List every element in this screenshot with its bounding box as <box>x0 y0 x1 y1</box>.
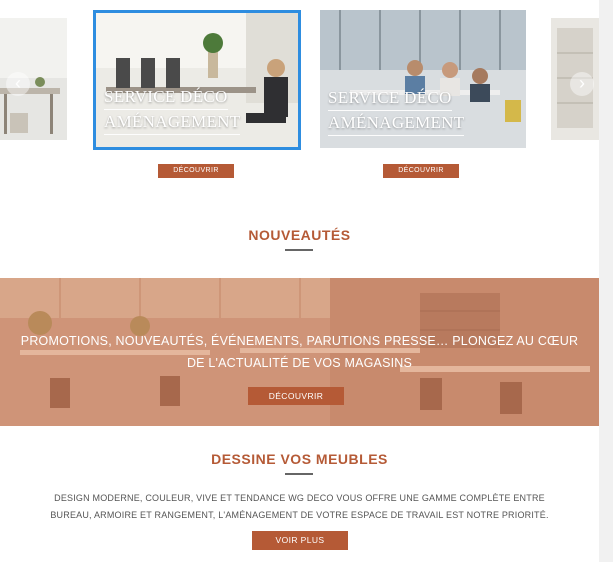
carousel-next-arrow-icon[interactable]: › <box>570 72 594 96</box>
carousel-slide-deco-2[interactable]: SERVICE DÉCO AMÉNAGEMENT <box>320 10 526 148</box>
banner-text-line: PROMOTIONS, NOUVEAUTÉS, ÉVÉNEMENTS, PARU… <box>20 334 579 348</box>
slide-title-line: AMÉNAGEMENT <box>104 110 241 135</box>
carousel-slide-deco-1[interactable]: SERVICE DÉCO AMÉNAGEMENT <box>93 10 301 150</box>
slide-title-line: AMÉNAGEMENT <box>328 111 465 136</box>
slide-title-line: SERVICE DÉCO <box>328 86 452 111</box>
decouvrir-button-slide-1[interactable]: DÉCOUVRIR <box>158 164 234 178</box>
voir-plus-button[interactable]: VOIR PLUS <box>252 531 348 550</box>
carousel-prev-arrow-icon[interactable]: ‹ <box>6 72 30 96</box>
description-line: BUREAU, ARMOIRE ET RANGEMENT, L'AMÉNAGEM… <box>50 510 549 520</box>
services-carousel: SERVICE DÉCO AMÉNAGEMENT SERVICE DÉCO AM… <box>0 0 599 190</box>
heading-divider <box>285 473 313 475</box>
decouvrir-button-slide-2[interactable]: DÉCOUVRIR <box>383 164 459 178</box>
nouveautes-heading: NOUVEAUTÉS <box>248 227 351 243</box>
dessine-description: DESIGN MODERNE, COULEUR, VIVE ET TENDANC… <box>40 490 559 524</box>
slide-title: SERVICE DÉCO AMÉNAGEMENT <box>328 86 465 136</box>
nouveautes-banner: PROMOTIONS, NOUVEAUTÉS, ÉVÉNEMENTS, PARU… <box>0 278 599 426</box>
dessine-heading: DESSINE VOS MEUBLES <box>211 451 388 467</box>
slide-title-line: SERVICE DÉCO <box>104 85 228 110</box>
description-line: DESIGN MODERNE, COULEUR, VIVE ET TENDANC… <box>54 493 545 503</box>
slide-title: SERVICE DÉCO AMÉNAGEMENT <box>104 85 241 135</box>
nouveautes-banner-text: PROMOTIONS, NOUVEAUTÉS, ÉVÉNEMENTS, PARU… <box>0 330 599 374</box>
decouvrir-button-nouveautes[interactable]: DÉCOUVRIR <box>248 387 344 405</box>
banner-text-line: DE L'ACTUALITÉ DE VOS MAGASINS <box>186 356 413 370</box>
heading-divider <box>285 249 313 251</box>
page-scroll-gutter <box>599 0 613 562</box>
